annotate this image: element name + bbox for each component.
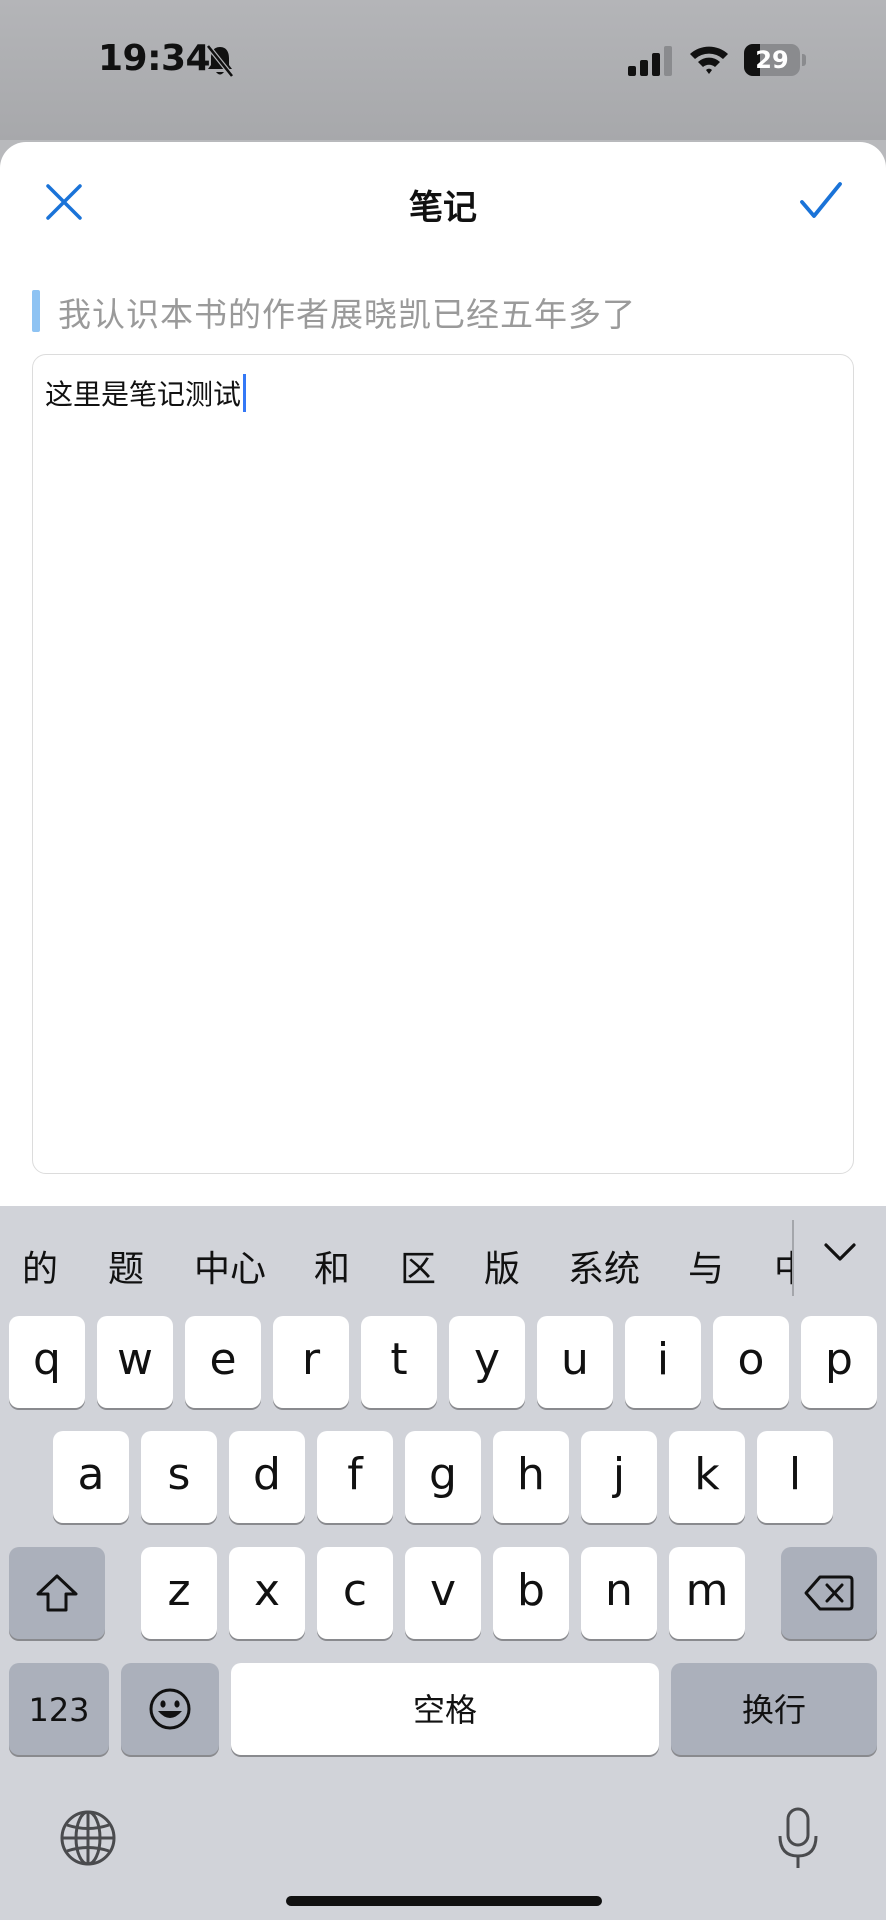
home-indicator[interactable]	[286, 1896, 602, 1906]
note-sheet: 笔记 我认识本书的作者展晓凯已经五年多了 这里是笔记测试	[0, 142, 886, 1242]
key-x[interactable]: x	[229, 1547, 305, 1639]
numbers-key[interactable]: 123	[9, 1663, 109, 1755]
key-i[interactable]: i	[625, 1316, 701, 1408]
candidate-item[interactable]: 版	[484, 1240, 520, 1292]
candidate-item[interactable]: 区	[400, 1240, 436, 1292]
quoted-text: 我认识本书的作者展晓凯已经五年多了	[58, 295, 636, 334]
key-m[interactable]: m	[669, 1547, 745, 1639]
page-title: 笔记	[409, 188, 477, 228]
candidate-item-partial[interactable]: 中	[772, 1206, 794, 1314]
key-o[interactable]: o	[713, 1316, 789, 1408]
microphone-icon[interactable]	[776, 1806, 820, 1872]
delete-key[interactable]	[781, 1547, 877, 1639]
bell-slash-icon	[206, 44, 234, 78]
chevron-down-icon[interactable]	[820, 1232, 860, 1272]
key-n[interactable]: n	[581, 1547, 657, 1639]
candidate-item[interactable]: 和	[314, 1240, 350, 1292]
candidate-divider	[792, 1220, 794, 1296]
key-p[interactable]: p	[801, 1316, 877, 1408]
key-l[interactable]: l	[757, 1431, 833, 1523]
key-a[interactable]: a	[53, 1431, 129, 1523]
key-c[interactable]: c	[317, 1547, 393, 1639]
key-t[interactable]: t	[361, 1316, 437, 1408]
checkmark-icon[interactable]	[796, 176, 846, 226]
candidate-item[interactable]: 与	[688, 1240, 724, 1292]
key-v[interactable]: v	[405, 1547, 481, 1639]
key-k[interactable]: k	[669, 1431, 745, 1523]
battery-icon: 29	[744, 44, 806, 76]
status-bar: 19:34 29	[0, 0, 886, 140]
key-z[interactable]: z	[141, 1547, 217, 1639]
key-y[interactable]: y	[449, 1316, 525, 1408]
candidate-item[interactable]: 的	[22, 1240, 58, 1292]
emoji-key[interactable]	[121, 1663, 219, 1755]
text-cursor	[243, 374, 247, 412]
key-u[interactable]: u	[537, 1316, 613, 1408]
space-key[interactable]: 空格	[231, 1663, 659, 1755]
key-b[interactable]: b	[493, 1547, 569, 1639]
shift-key[interactable]	[9, 1547, 105, 1639]
key-f[interactable]: f	[317, 1431, 393, 1523]
shift-arrow-icon	[36, 1574, 78, 1612]
key-s[interactable]: s	[141, 1431, 217, 1523]
return-key[interactable]: 换行	[671, 1663, 877, 1755]
backspace-icon	[804, 1575, 854, 1611]
key-q[interactable]: q	[9, 1316, 85, 1408]
globe-icon[interactable]	[58, 1808, 118, 1868]
key-h[interactable]: h	[493, 1431, 569, 1523]
candidate-item[interactable]: 系统	[568, 1240, 640, 1292]
note-input[interactable]: 这里是笔记测试	[32, 354, 854, 1174]
keyboard: 的 题 中心 和 区 版 系统 与 中 q w e r t y u i o p …	[0, 1206, 886, 1920]
status-time: 19:34	[98, 38, 211, 79]
battery-level-text: 29	[755, 46, 789, 74]
note-text: 这里是笔记测试	[45, 373, 247, 413]
key-g[interactable]: g	[405, 1431, 481, 1523]
emoji-icon	[149, 1688, 191, 1730]
quote-marker	[32, 290, 40, 332]
candidate-bar: 的 题 中心 和 区 版 系统 与 中	[0, 1206, 886, 1314]
key-j[interactable]: j	[581, 1431, 657, 1523]
key-w[interactable]: w	[97, 1316, 173, 1408]
key-r[interactable]: r	[273, 1316, 349, 1408]
wifi-icon	[690, 46, 728, 74]
cellular-signal-icon	[628, 46, 672, 76]
key-e[interactable]: e	[185, 1316, 261, 1408]
key-d[interactable]: d	[229, 1431, 305, 1523]
candidate-item[interactable]: 题	[108, 1240, 144, 1292]
candidate-item[interactable]: 中心	[194, 1240, 266, 1292]
